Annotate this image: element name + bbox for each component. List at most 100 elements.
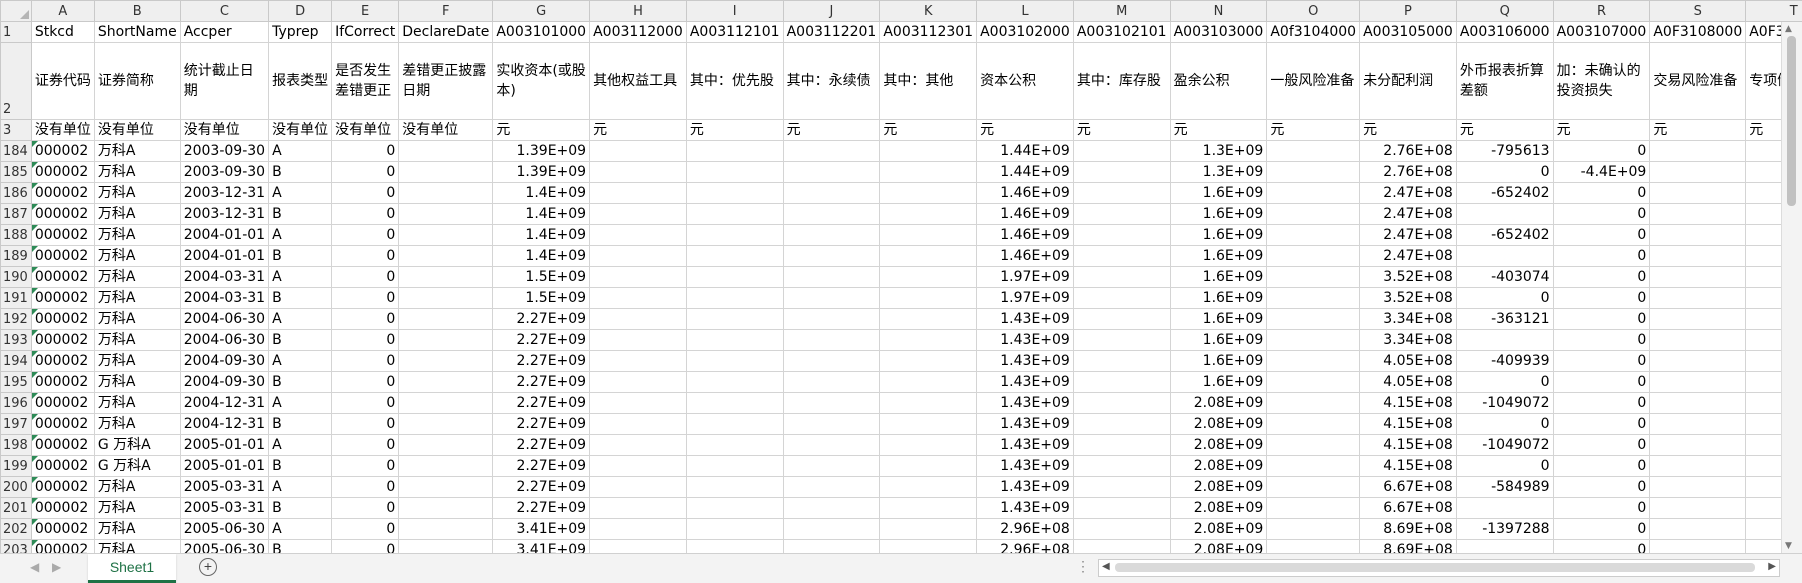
cell-n196[interactable]: 2.08E+09 [1170, 393, 1267, 414]
cell-i192[interactable] [686, 309, 783, 330]
cell-q202[interactable]: -1397288 [1456, 519, 1553, 540]
cell-r199[interactable]: 0 [1553, 456, 1650, 477]
cell-s198[interactable] [1650, 435, 1746, 456]
cell-r188[interactable]: 0 [1553, 225, 1650, 246]
cell-n197[interactable]: 2.08E+09 [1170, 414, 1267, 435]
cell-r201[interactable]: 0 [1553, 498, 1650, 519]
cell-i200[interactable] [686, 477, 783, 498]
cell-e192[interactable]: 0 [332, 309, 399, 330]
cell-d195[interactable]: B [269, 372, 332, 393]
row-number[interactable]: 185 [1, 162, 32, 183]
cell-i184[interactable] [686, 141, 783, 162]
cell-n184[interactable]: 1.3E+09 [1170, 141, 1267, 162]
cell-m184[interactable] [1073, 141, 1170, 162]
cell-c198[interactable]: 2005-01-01 [180, 435, 268, 456]
column-header-t[interactable]: T [1746, 1, 1802, 22]
row-number[interactable]: 192 [1, 309, 32, 330]
cell-q199[interactable]: 0 [1456, 456, 1553, 477]
cell-n186[interactable]: 1.6E+09 [1170, 183, 1267, 204]
cell-j199[interactable] [783, 456, 880, 477]
cell-l193[interactable]: 1.43E+09 [977, 330, 1074, 351]
cell-o186[interactable] [1267, 183, 1360, 204]
cell-b199[interactable]: G 万科A [94, 456, 180, 477]
row-number[interactable]: 2 [1, 43, 32, 120]
cell-o187[interactable] [1267, 204, 1360, 225]
cell-g191[interactable]: 1.5E+09 [493, 288, 590, 309]
cell-l199[interactable]: 1.43E+09 [977, 456, 1074, 477]
cell-i196[interactable] [686, 393, 783, 414]
cell-k196[interactable] [880, 393, 977, 414]
cell-c192[interactable]: 2004-06-30 [180, 309, 268, 330]
cell-e190[interactable]: 0 [332, 267, 399, 288]
cell-q195[interactable]: 0 [1456, 372, 1553, 393]
cell-j184[interactable] [783, 141, 880, 162]
cell-q190[interactable]: -403074 [1456, 267, 1553, 288]
cell-m193[interactable] [1073, 330, 1170, 351]
cell-o200[interactable] [1267, 477, 1360, 498]
cell-c200[interactable]: 2005-03-31 [180, 477, 268, 498]
cell-o189[interactable] [1267, 246, 1360, 267]
cell-e185[interactable]: 0 [332, 162, 399, 183]
column-header-k[interactable]: K [880, 1, 977, 22]
cell-p190[interactable]: 3.52E+08 [1360, 267, 1457, 288]
cell-k2[interactable]: 其中：其他 [880, 43, 977, 120]
cell-h191[interactable] [590, 288, 687, 309]
cell-c203[interactable]: 2005-06-30 [180, 540, 268, 554]
vertical-scroll-thumb[interactable] [1787, 36, 1796, 206]
cell-r2[interactable]: 加：未确认的投资损失 [1553, 43, 1650, 120]
cell-k198[interactable] [880, 435, 977, 456]
cell-s201[interactable] [1650, 498, 1746, 519]
cell-j200[interactable] [783, 477, 880, 498]
cell-k190[interactable] [880, 267, 977, 288]
cell-p194[interactable]: 4.05E+08 [1360, 351, 1457, 372]
cell-b194[interactable]: 万科A [94, 351, 180, 372]
cell-m200[interactable] [1073, 477, 1170, 498]
cell-n188[interactable]: 1.6E+09 [1170, 225, 1267, 246]
cell-a203[interactable]: 000002 [31, 540, 94, 554]
column-header-a[interactable]: A [31, 1, 94, 22]
cell-m197[interactable] [1073, 414, 1170, 435]
cell-n192[interactable]: 1.6E+09 [1170, 309, 1267, 330]
cell-q186[interactable]: -652402 [1456, 183, 1553, 204]
cell-c201[interactable]: 2005-03-31 [180, 498, 268, 519]
spreadsheet-grid[interactable]: ABCDEFGHIJKLMNOPQRSTUVWX 1StkcdShortName… [0, 0, 1802, 553]
cell-s188[interactable] [1650, 225, 1746, 246]
cell-k195[interactable] [880, 372, 977, 393]
cell-n191[interactable]: 1.6E+09 [1170, 288, 1267, 309]
cell-d203[interactable]: B [269, 540, 332, 554]
horizontal-scroll-thumb[interactable] [1115, 563, 1755, 572]
cell-l189[interactable]: 1.46E+09 [977, 246, 1074, 267]
cell-m191[interactable] [1073, 288, 1170, 309]
row-number[interactable]: 184 [1, 141, 32, 162]
cell-n199[interactable]: 2.08E+09 [1170, 456, 1267, 477]
cell-h193[interactable] [590, 330, 687, 351]
cell-c190[interactable]: 2004-03-31 [180, 267, 268, 288]
cell-g185[interactable]: 1.39E+09 [493, 162, 590, 183]
splitter-dots-icon[interactable]: ⋮ [1076, 558, 1090, 575]
cell-m3[interactable]: 元 [1073, 120, 1170, 141]
cell-table[interactable]: ABCDEFGHIJKLMNOPQRSTUVWX 1StkcdShortName… [0, 0, 1802, 553]
cell-g196[interactable]: 2.27E+09 [493, 393, 590, 414]
cell-i197[interactable] [686, 414, 783, 435]
cell-o193[interactable] [1267, 330, 1360, 351]
column-header-o[interactable]: O [1267, 1, 1360, 22]
cell-e199[interactable]: 0 [332, 456, 399, 477]
cell-r191[interactable]: 0 [1553, 288, 1650, 309]
cell-p203[interactable]: 8.69E+08 [1360, 540, 1457, 554]
cell-r190[interactable]: 0 [1553, 267, 1650, 288]
cell-d191[interactable]: B [269, 288, 332, 309]
cell-f202[interactable] [399, 519, 493, 540]
cell-s197[interactable] [1650, 414, 1746, 435]
cell-j201[interactable] [783, 498, 880, 519]
cell-c195[interactable]: 2004-09-30 [180, 372, 268, 393]
cell-l196[interactable]: 1.43E+09 [977, 393, 1074, 414]
cell-h202[interactable] [590, 519, 687, 540]
cell-n185[interactable]: 1.3E+09 [1170, 162, 1267, 183]
cell-s203[interactable] [1650, 540, 1746, 554]
cell-q184[interactable]: -795613 [1456, 141, 1553, 162]
cell-b187[interactable]: 万科A [94, 204, 180, 225]
cell-g202[interactable]: 3.41E+09 [493, 519, 590, 540]
cell-a202[interactable]: 000002 [31, 519, 94, 540]
cell-r1[interactable]: A003107000 [1553, 22, 1650, 43]
cell-e184[interactable]: 0 [332, 141, 399, 162]
